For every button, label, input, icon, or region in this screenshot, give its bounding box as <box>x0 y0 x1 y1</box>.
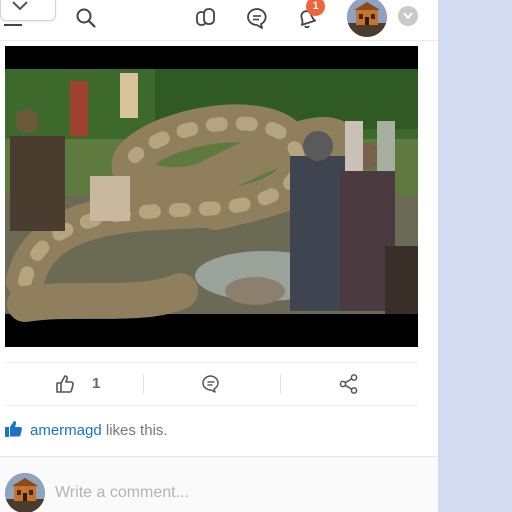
comment-composer <box>0 456 438 512</box>
post-action-bar: 1 <box>5 362 418 406</box>
action-divider <box>280 374 281 394</box>
search-icon[interactable] <box>74 6 98 30</box>
like-count: 1 <box>92 375 101 392</box>
commenter-avatar <box>5 473 45 512</box>
menu-icon[interactable] <box>4 24 22 26</box>
notification-count-badge: 1 <box>306 0 325 16</box>
account-menu-button[interactable] <box>398 6 418 26</box>
comment-icon[interactable] <box>200 373 222 395</box>
chevron-down-icon <box>403 12 413 20</box>
thumbs-up-icon <box>4 420 24 438</box>
chat-icon[interactable] <box>245 6 269 30</box>
groups-icon[interactable] <box>194 6 218 30</box>
comment-input[interactable] <box>55 481 425 505</box>
post-photo[interactable] <box>5 46 418 347</box>
liker-username-link[interactable]: amermagd <box>30 422 102 439</box>
user-avatar[interactable] <box>347 0 387 37</box>
action-divider <box>143 374 144 394</box>
likes-suffix: likes this. <box>101 422 168 439</box>
top-navigation-bar: 1 <box>0 0 438 41</box>
collapse-dropdown-button[interactable] <box>0 0 56 21</box>
feed-panel: 1 1 amermagd likes this. Write a comment… <box>0 0 438 512</box>
likes-summary: amermagd likes this. <box>4 420 168 440</box>
share-icon[interactable] <box>338 373 360 395</box>
side-panel <box>438 0 512 512</box>
chevron-down-icon <box>12 1 28 11</box>
thumbs-up-icon[interactable] <box>54 373 76 395</box>
